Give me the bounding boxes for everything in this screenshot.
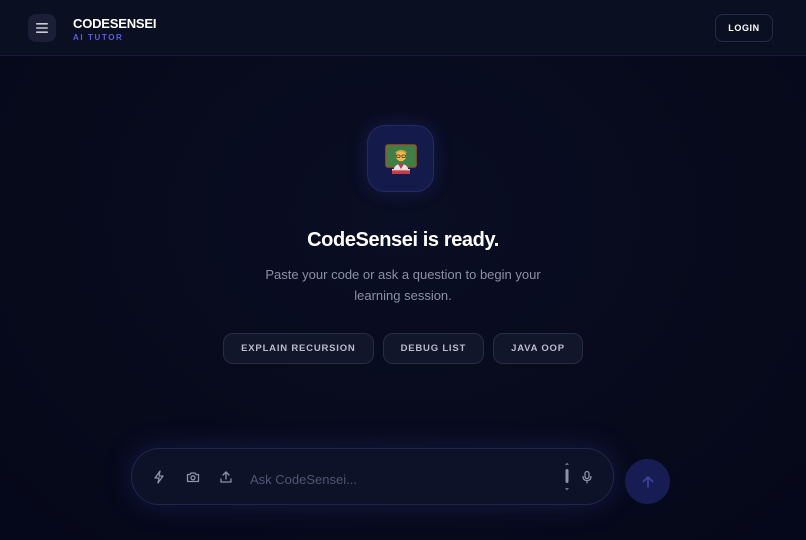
scroll-handle-icon [565, 462, 569, 491]
brand-tagline: AI TUTOR [73, 33, 124, 42]
suggestion-chip-explain-recursion[interactable]: EXPLAIN RECURSION [223, 333, 374, 364]
voice-input-button[interactable] [578, 468, 596, 486]
login-button[interactable]: LOGIN [715, 14, 773, 42]
app-root: CODESENSEI AI TUTOR LOGIN CodeSensei is … [0, 0, 806, 540]
send-button[interactable] [625, 459, 670, 504]
brand: CODESENSEI AI TUTOR [73, 16, 156, 43]
chat-input[interactable] [250, 469, 540, 489]
menu-button[interactable] [28, 14, 56, 42]
suggestion-chip-java-oop[interactable]: JAVA OOP [493, 333, 583, 364]
hero-title: CodeSensei is ready. [307, 229, 499, 251]
quick-actions-button[interactable] [150, 468, 168, 486]
suggestion-chips: EXPLAIN RECURSION DEBUG LIST JAVA OOP [0, 333, 806, 364]
upload-button[interactable] [217, 468, 235, 486]
tutor-avatar [367, 125, 434, 192]
camera-button[interactable] [184, 468, 202, 486]
upload-icon [220, 471, 232, 483]
hero-subtitle: Paste your code or ask a question to beg… [265, 267, 541, 303]
camera-icon [186, 472, 200, 483]
suggestion-chip-debug-list[interactable]: DEBUG LIST [382, 333, 485, 364]
teacher-emoji-icon [384, 143, 417, 174]
top-header: CODESENSEI AI TUTOR LOGIN [0, 0, 806, 56]
hamburger-menu-icon [36, 23, 48, 33]
arrow-up-icon [642, 475, 653, 488]
input-scroll-handle[interactable] [558, 461, 576, 493]
lightning-icon [154, 470, 164, 484]
brand-name: CODESENSEI [73, 16, 157, 31]
microphone-icon [582, 470, 592, 484]
